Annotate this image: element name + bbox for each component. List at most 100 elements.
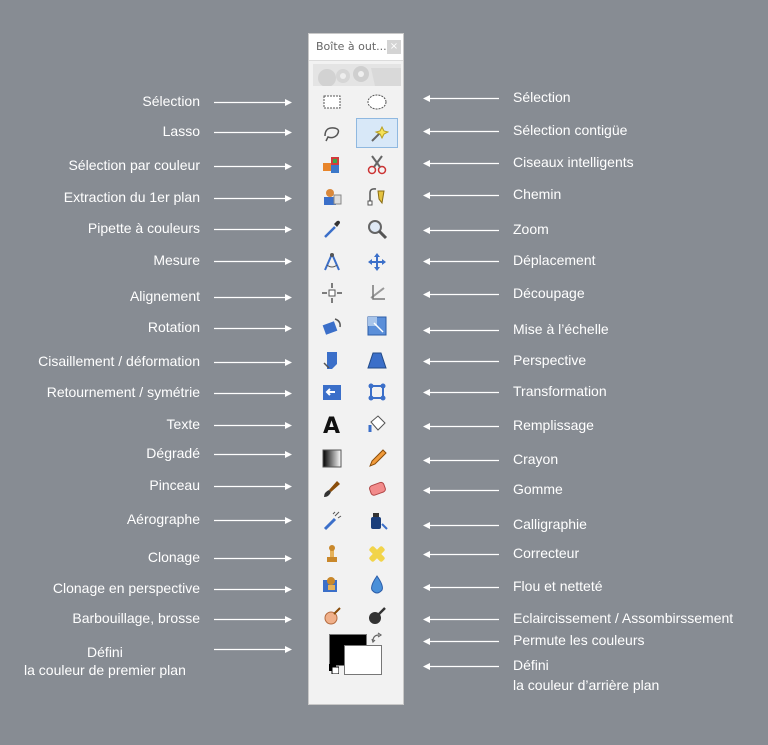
- scale-icon: [367, 316, 387, 336]
- ellipse-select-tool[interactable]: [356, 86, 398, 116]
- right-label-4: Zoom: [513, 221, 549, 237]
- default-colors-icon[interactable]: [329, 664, 339, 674]
- right-arrow-10: [423, 422, 499, 431]
- dodge-burn-tool[interactable]: [356, 601, 398, 631]
- heal-tool[interactable]: [356, 539, 398, 569]
- right-arrow-11: [423, 456, 499, 465]
- right-label-15: Flou et netteté: [513, 578, 603, 594]
- left-label-9: Retournement / symétrie: [46, 384, 200, 400]
- rect-select-icon: [323, 95, 341, 109]
- right-label-11: Crayon: [513, 451, 559, 467]
- rotate-icon: [322, 318, 341, 335]
- measure-tool[interactable]: [311, 247, 353, 277]
- zoom-icon: [368, 220, 388, 240]
- right-arrow-2: [423, 159, 499, 168]
- background-color-swatch[interactable]: [344, 645, 382, 675]
- flip-icon: [323, 385, 341, 400]
- ink-tool[interactable]: [356, 506, 398, 536]
- left-arrow-6: [214, 293, 292, 302]
- left-label-13: Aérographe: [126, 511, 200, 527]
- close-icon[interactable]: ×: [387, 40, 401, 54]
- blur-sharpen-tool[interactable]: [356, 570, 398, 600]
- right-arrow-7: [423, 326, 499, 335]
- left-label-14: Clonage: [147, 549, 200, 565]
- airbrush-tool[interactable]: [311, 506, 353, 536]
- right-arrow-14: [423, 550, 499, 559]
- left-arrow-5: [214, 257, 292, 266]
- unified-transform-icon: [368, 383, 386, 401]
- perspective-tool[interactable]: [356, 345, 398, 375]
- foreground-extract-tool[interactable]: [311, 181, 353, 211]
- clone-tool[interactable]: [311, 539, 353, 569]
- right-label-17: Permute les couleurs: [513, 632, 645, 648]
- rotate-tool[interactable]: [311, 311, 353, 341]
- perspective-clone-tool[interactable]: [311, 570, 353, 600]
- left-label-2: Sélection par couleur: [68, 157, 200, 173]
- right-label-background-line1: Défini: [513, 657, 549, 673]
- scissors-icon: [367, 155, 387, 175]
- scissors-tool[interactable]: [356, 149, 398, 179]
- paths-tool[interactable]: [356, 181, 398, 211]
- right-label-0: Sélection: [513, 89, 571, 105]
- fuzzy-select-icon: [371, 125, 389, 142]
- left-label-16: Barbouillage, brosse: [72, 610, 200, 626]
- wilber-logo-icon: [313, 64, 401, 86]
- right-label-9: Transformation: [513, 383, 607, 399]
- text-tool[interactable]: A: [311, 409, 353, 439]
- unified-transform-tool[interactable]: [356, 377, 398, 407]
- right-label-13: Calligraphie: [513, 516, 587, 532]
- move-tool[interactable]: [356, 247, 398, 277]
- airbrush-icon: [323, 511, 342, 531]
- paintbrush-icon: [324, 481, 340, 497]
- left-label-7: Rotation: [147, 319, 200, 335]
- flip-tool[interactable]: [311, 377, 353, 407]
- right-arrow-15: [423, 583, 499, 592]
- select-by-color-icon: [323, 157, 339, 173]
- left-label-3: Extraction du 1er plan: [63, 189, 200, 205]
- right-arrow-13: [423, 521, 499, 530]
- left-arrow-foreground: [214, 645, 292, 654]
- scale-tool[interactable]: [356, 311, 398, 341]
- zoom-tool[interactable]: [356, 214, 398, 244]
- left-label-foreground: Défini la couleur de premier plan: [24, 644, 186, 678]
- color-picker-tool[interactable]: [311, 214, 353, 244]
- right-arrow-background: [423, 662, 499, 671]
- align-tool[interactable]: [311, 278, 353, 308]
- toolbox-title: Boîte à out...: [316, 40, 387, 53]
- right-arrow-12: [423, 486, 499, 495]
- paintbrush-tool[interactable]: [311, 474, 353, 504]
- text-icon: A: [323, 414, 340, 435]
- left-arrow-7: [214, 324, 292, 333]
- svg-text:A: A: [323, 414, 340, 435]
- toolbox-titlebar[interactable]: Boîte à out... ×: [309, 34, 403, 61]
- left-label-5: Mesure: [153, 252, 200, 268]
- crop-tool[interactable]: [356, 278, 398, 308]
- bucket-fill-tool[interactable]: [356, 409, 398, 439]
- swap-colors-icon[interactable]: [371, 632, 383, 644]
- shear-tool[interactable]: [311, 345, 353, 375]
- left-arrow-16: [214, 615, 292, 624]
- left-arrow-13: [214, 516, 292, 525]
- select-by-color-tool[interactable]: [311, 149, 353, 179]
- left-arrow-0: [214, 98, 292, 107]
- blur-sharpen-icon: [371, 575, 383, 594]
- left-label-15: Clonage en perspective: [52, 580, 200, 596]
- pencil-icon: [369, 449, 387, 467]
- rect-select-tool[interactable]: [311, 86, 353, 116]
- fuzzy-select-tool[interactable]: [356, 118, 398, 148]
- right-arrow-0: [423, 94, 499, 103]
- right-label-10: Remplissage: [513, 417, 594, 433]
- right-label-7: Mise à l’échelle: [513, 321, 609, 337]
- eraser-tool[interactable]: [356, 474, 398, 504]
- smudge-icon: [324, 607, 341, 625]
- gradient-tool[interactable]: [311, 443, 353, 473]
- right-label-5: Déplacement: [513, 252, 596, 268]
- smudge-tool[interactable]: [311, 601, 353, 631]
- eraser-icon: [369, 481, 386, 496]
- lasso-tool[interactable]: [311, 118, 353, 148]
- heal-icon: [369, 546, 385, 562]
- pencil-tool[interactable]: [356, 443, 398, 473]
- right-label-6: Découpage: [513, 285, 585, 301]
- left-arrow-8: [214, 358, 292, 367]
- perspective-icon: [367, 352, 387, 369]
